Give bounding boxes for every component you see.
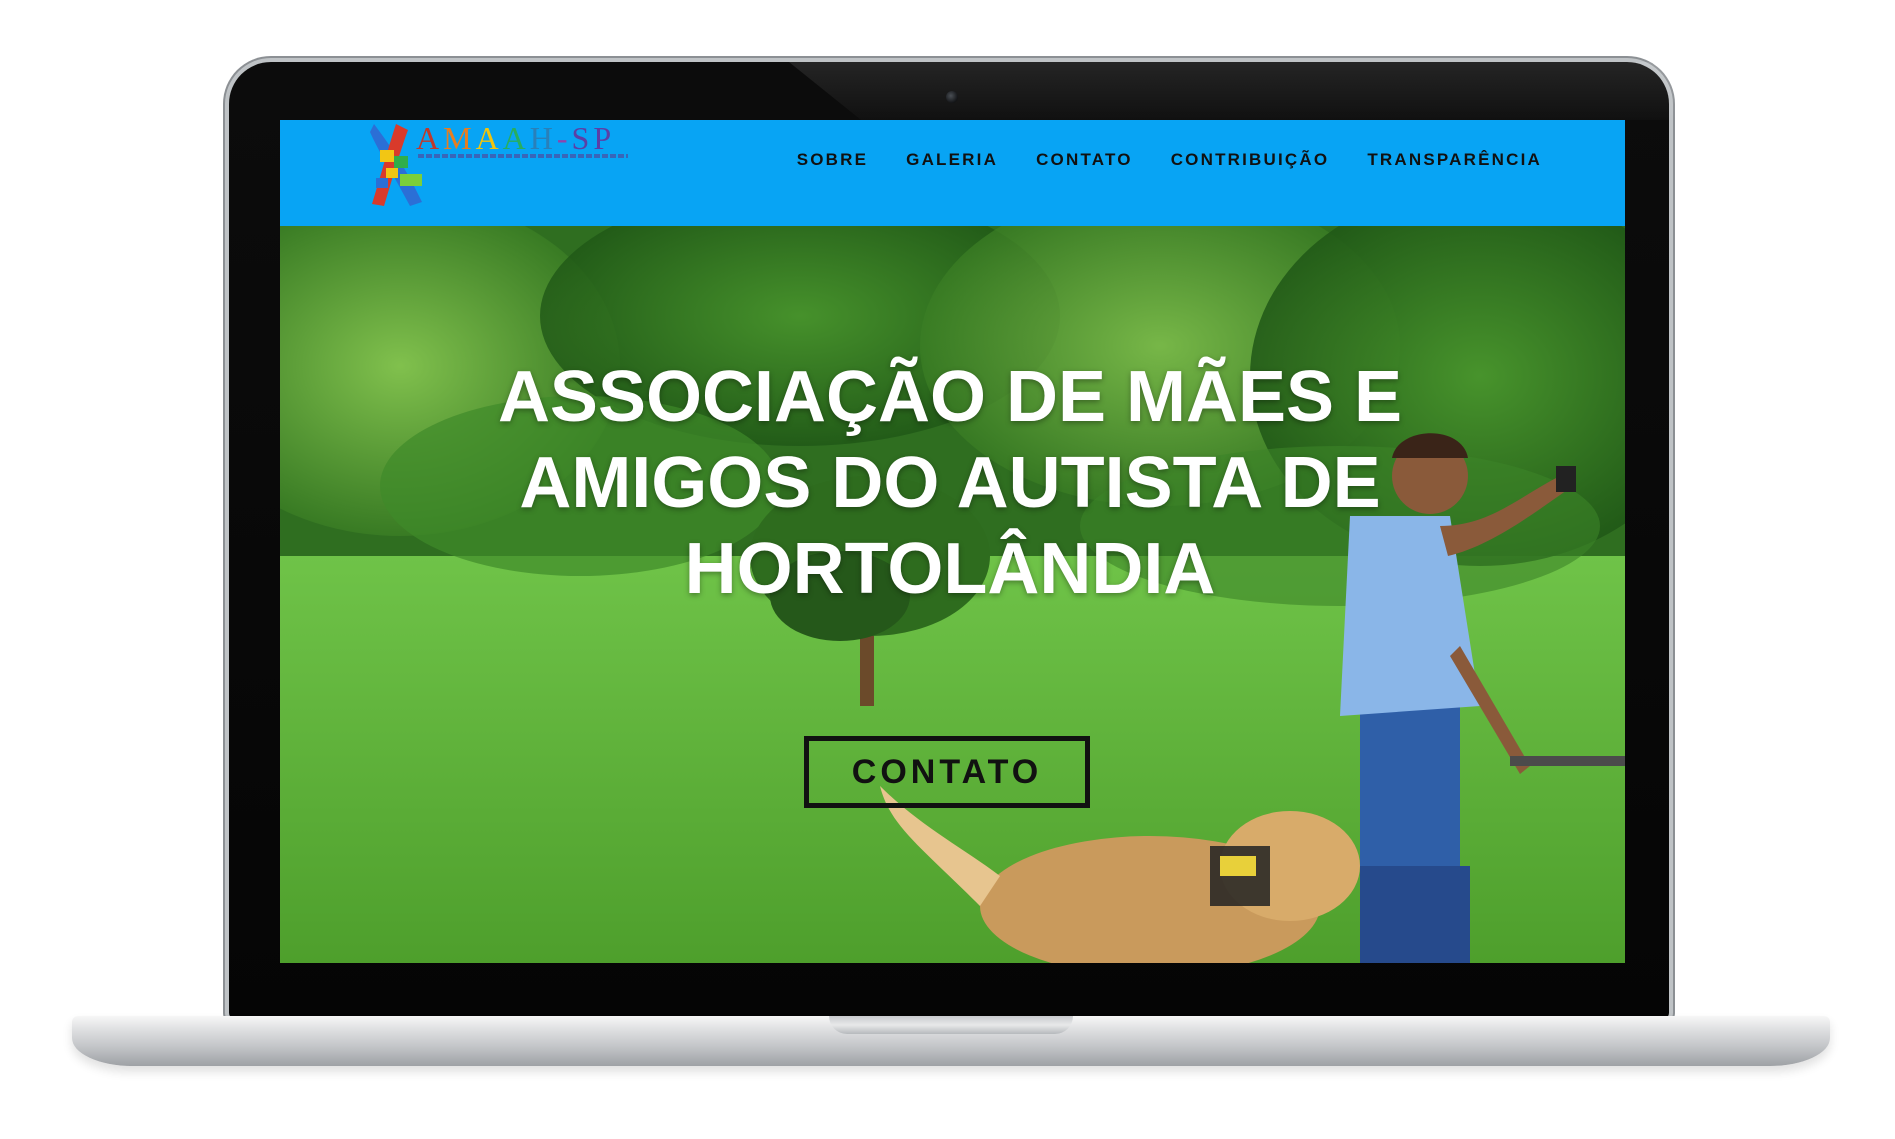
site-header: AMAAH-SP SOBRE GALERIA CONTATO CONTRIBUI… <box>280 120 1625 226</box>
site-logo[interactable]: AMAAH-SP <box>366 120 646 210</box>
logo-letter: S <box>571 120 594 156</box>
logo-letter: A <box>416 120 444 156</box>
laptop-mockup: AMAAH-SP SOBRE GALERIA CONTATO CONTRIBUI… <box>0 0 1895 1139</box>
logo-letter: H <box>529 120 557 156</box>
hero-title-line: AMIGOS DO AUTISTA DE <box>519 443 1381 524</box>
logo-tagline-strip <box>418 154 628 158</box>
lid-gloss <box>789 62 1689 120</box>
hero-title-line: ASSOCIAÇÃO DE MÃES E <box>497 357 1403 438</box>
logo-wordmark: AMAAH-SP <box>416 120 615 157</box>
hero-title: ASSOCIAÇÃO DE MÃES E AMIGOS DO AUTISTA D… <box>430 354 1470 612</box>
logo-letter: P <box>593 120 616 156</box>
main-navigation: SOBRE GALERIA CONTATO CONTRIBUIÇÃO TRANS… <box>797 150 1542 170</box>
laptop-screen: AMAAH-SP SOBRE GALERIA CONTATO CONTRIBUI… <box>280 120 1625 963</box>
logo-letter: A <box>475 120 503 156</box>
nav-item-contato[interactable]: CONTATO <box>1036 150 1133 170</box>
laptop-base-notch <box>829 1016 1073 1034</box>
nav-item-contribuicao[interactable]: CONTRIBUIÇÃO <box>1171 150 1330 170</box>
hero-section: ASSOCIAÇÃO DE MÃES E AMIGOS DO AUTISTA D… <box>280 226 1625 963</box>
nav-item-galeria[interactable]: GALERIA <box>906 150 998 170</box>
nav-item-sobre[interactable]: SOBRE <box>797 150 868 170</box>
contato-button[interactable]: CONTATO <box>804 736 1090 808</box>
logo-letter: A <box>502 120 530 156</box>
logo-letter: M <box>443 120 476 156</box>
webcam-icon <box>946 91 958 103</box>
logo-letter: - <box>556 120 572 156</box>
nav-item-transparencia[interactable]: TRANSPARÊNCIA <box>1367 150 1542 170</box>
hero-title-line: HORTOLÂNDIA <box>684 529 1216 610</box>
